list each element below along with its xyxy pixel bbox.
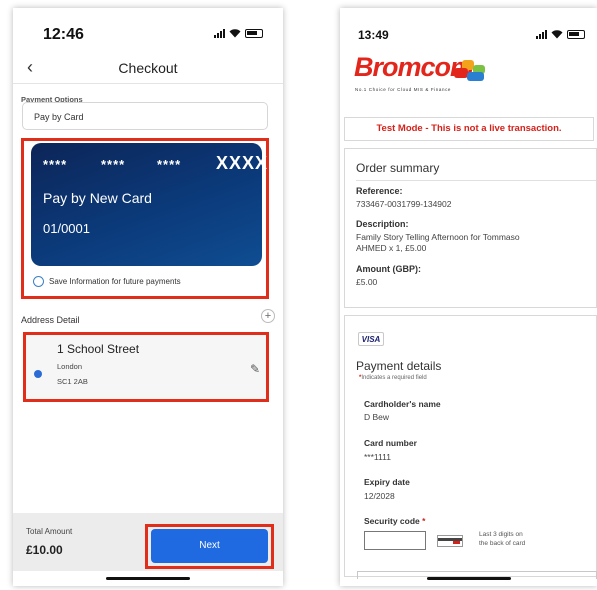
card-number-label: Card number <box>364 438 417 448</box>
card-mask-2: **** <box>101 157 126 172</box>
address-detail-label: Address Detail <box>21 315 80 325</box>
description-label: Description: <box>356 219 409 229</box>
expiry-label: Expiry date <box>364 477 410 487</box>
card-name: Pay by New Card <box>43 190 152 206</box>
total-amount-value: £10.00 <box>26 543 63 557</box>
status-bar: 12:46 <box>13 8 283 52</box>
card-mask-3: **** <box>157 157 182 172</box>
payment-method-value: Pay by Card <box>34 112 84 122</box>
amount-label: Amount (GBP): <box>356 264 421 274</box>
description-line-2: AHMED x 1, £5.00 <box>356 243 427 253</box>
edit-pencil-icon[interactable]: ✎ <box>250 362 260 376</box>
address-street: 1 School Street <box>57 342 140 356</box>
add-address-icon[interactable]: + <box>261 309 275 323</box>
status-icons <box>214 29 263 38</box>
required-note: *Indicates a required field <box>359 375 427 381</box>
save-info-option[interactable]: Save Information for future payments <box>33 276 181 287</box>
security-code-input[interactable] <box>364 531 426 550</box>
home-indicator[interactable] <box>106 577 190 580</box>
logo-cloud-icon <box>452 60 486 82</box>
security-required-star: * <box>422 516 426 526</box>
visa-logo: VISA <box>358 332 384 346</box>
required-note-text: Indicates a required field <box>361 375 427 381</box>
test-mode-banner: Test Mode - This is not a live transacti… <box>344 117 594 141</box>
security-hint-line-1: Last 3 digits on <box>479 531 523 538</box>
amount-value: £5.00 <box>356 277 378 287</box>
cardholder-value: D Bew <box>364 412 390 422</box>
cardholder-label: Cardholder's name <box>364 399 441 409</box>
test-mode-text: Test Mode - This is not a live transacti… <box>376 123 562 134</box>
card-expiry: 01/0001 <box>43 221 90 236</box>
reference-value: 733467-0031799-134902 <box>356 199 452 209</box>
order-summary-panel: Order summary Reference: 733467-0031799-… <box>344 148 597 308</box>
wifi-icon <box>229 29 241 38</box>
status-time: 12:46 <box>43 26 84 43</box>
save-info-label: Save Information for future payments <box>49 277 181 286</box>
divider <box>356 180 596 181</box>
payment-details-title: Payment details <box>356 359 442 373</box>
address-selected-radio[interactable] <box>34 370 42 378</box>
expiry-value: 12/2028 <box>364 491 395 501</box>
total-amount-label: Total Amount <box>26 527 73 536</box>
visa-text: VISA <box>361 335 381 344</box>
save-info-radio[interactable] <box>33 276 44 287</box>
payment-gateway-screen: 13:49 Bromcom No.1 Choice for Cloud MIS … <box>340 8 597 586</box>
next-button[interactable]: Next <box>151 529 268 563</box>
security-code-label-text: Security code <box>364 516 420 526</box>
nav-bar: ‹ Checkout <box>13 52 283 84</box>
address-postcode: SC1 2AB <box>57 377 88 386</box>
battery-icon <box>567 30 585 39</box>
status-icons <box>536 30 585 39</box>
payment-method-select[interactable]: Pay by Card <box>22 102 268 130</box>
checkout-footer: Total Amount £10.00 Next <box>13 513 283 571</box>
security-code-label: Security code * <box>364 516 425 526</box>
status-bar: 13:49 <box>340 8 597 52</box>
card-mask-1: **** <box>43 157 68 172</box>
signal-icon <box>536 30 547 39</box>
checkout-screen: 12:46 ‹ Checkout Payment Options Pay by … <box>13 8 283 586</box>
security-code-hint: Last 3 digits on the back of card <box>479 530 559 548</box>
order-summary-title: Order summary <box>356 161 440 175</box>
home-indicator[interactable] <box>426 577 511 580</box>
payment-details-panel: VISA Payment details *Indicates a requir… <box>344 315 597 579</box>
security-hint-line-2: the back of card <box>479 540 526 547</box>
wifi-icon <box>551 30 563 39</box>
card-back-icon <box>437 535 463 547</box>
page-title: Checkout <box>118 60 178 76</box>
payment-card[interactable]: **** **** **** XXXX Pay by New Card 01/0… <box>31 143 267 266</box>
address-city: London <box>57 362 83 371</box>
signal-icon <box>214 29 225 38</box>
card-number-value: ***1111 <box>364 452 391 462</box>
logo-tagline: No.1 Choice for Cloud MIS & Finance <box>355 87 452 92</box>
reference-label: Reference: <box>356 186 403 196</box>
description-line-1: Family Story Telling Afternoon for Tomma… <box>356 232 520 242</box>
status-time: 13:49 <box>358 28 389 42</box>
card-last-digits: XXXX <box>216 153 269 173</box>
battery-icon <box>245 29 263 38</box>
